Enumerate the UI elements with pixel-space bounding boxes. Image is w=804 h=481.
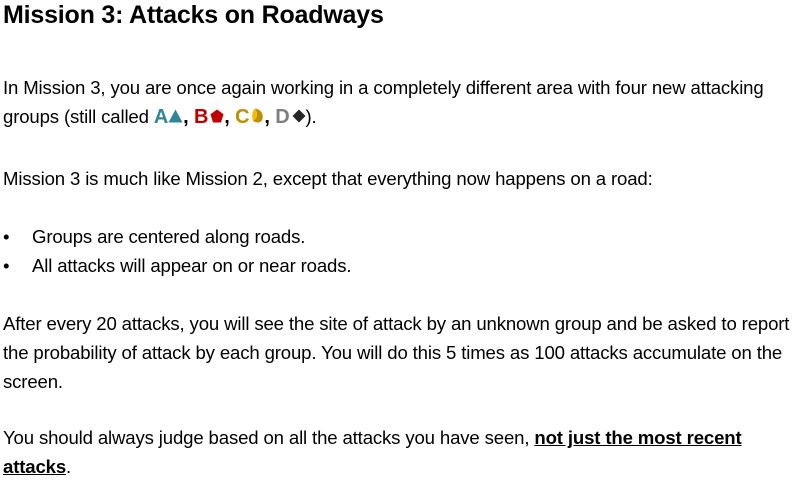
intro-paragraph: In Mission 3, you are once again working… bbox=[3, 73, 801, 132]
separator: , bbox=[183, 106, 194, 128]
separator: , bbox=[264, 106, 276, 128]
bullet-icon: • bbox=[3, 255, 10, 276]
triangle-icon bbox=[168, 109, 183, 123]
pentagon-icon bbox=[210, 109, 224, 123]
reporting-paragraph: After every 20 attacks, you will see the… bbox=[3, 313, 790, 392]
group-d-label: D bbox=[275, 106, 290, 128]
separator: , bbox=[224, 106, 236, 128]
diamond-icon bbox=[292, 109, 306, 123]
comparison-paragraph: Mission 3 is much like Mission 2, except… bbox=[3, 168, 653, 189]
page-title: Mission 3: Attacks on Roadways bbox=[3, 1, 384, 29]
group-a-label: A bbox=[153, 106, 169, 128]
group-b-label: B bbox=[193, 106, 209, 128]
list-item: • Groups are centered along roads. bbox=[3, 222, 801, 251]
list-item: • All attacks will appear on or near road… bbox=[3, 251, 801, 280]
group-c-label: C bbox=[235, 106, 250, 128]
bullet-icon: • bbox=[3, 226, 10, 247]
crescent-icon bbox=[251, 108, 264, 123]
bullet-list: • Groups are centered along roads. • All a… bbox=[3, 222, 801, 280]
instruction-page: Mission 3: Attacks on Roadways In Missio… bbox=[3, 0, 801, 477]
intro-text: In Mission 3, you are once again working… bbox=[3, 77, 764, 127]
intro-close: ). bbox=[305, 106, 317, 127]
closing-paragraph: You should always judge based on all the… bbox=[3, 427, 742, 477]
